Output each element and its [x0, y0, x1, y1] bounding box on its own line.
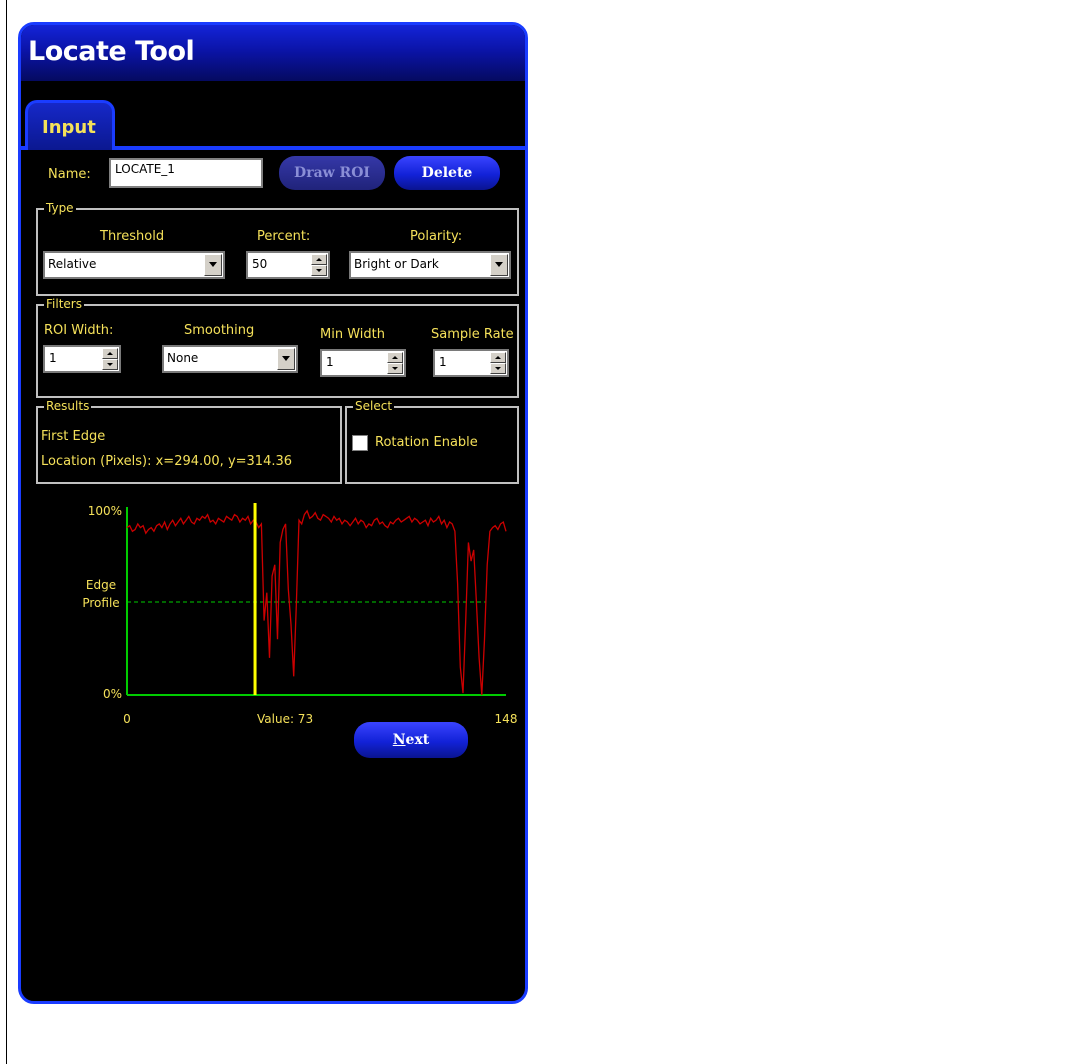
roi-width-stepper[interactable]: 1: [43, 345, 121, 373]
x-tick-0: 0: [123, 712, 131, 726]
results-group-title: Results: [44, 399, 92, 413]
sample-rate-stepper[interactable]: 1: [433, 349, 509, 377]
draw-roi-button[interactable]: Draw ROI: [279, 156, 385, 190]
threshold-dropdown-icon[interactable]: [204, 254, 222, 276]
results-first-edge: First Edge: [41, 429, 106, 444]
tab-input-label: Input: [42, 117, 96, 138]
locate-tool-panel: Locate Tool Input Name: LOCATE_1 Draw RO…: [18, 22, 528, 1004]
roi-width-up-icon[interactable]: [102, 348, 118, 359]
sample-rate-value: 1: [439, 355, 447, 369]
roi-width-label: ROI Width:: [44, 323, 114, 338]
min-width-value: 1: [326, 355, 334, 369]
rotation-enable-label: Rotation Enable: [375, 435, 478, 450]
results-group: Results: [36, 399, 342, 484]
smoothing-select[interactable]: None: [162, 345, 298, 373]
percent-down-icon[interactable]: [311, 265, 327, 276]
y-axis-label-2: Profile: [82, 596, 119, 610]
name-label: Name:: [48, 167, 91, 182]
sample-rate-label: Sample Rate: [431, 327, 514, 342]
sample-rate-up-icon[interactable]: [490, 352, 506, 363]
smoothing-value: None: [167, 351, 199, 365]
threshold-select[interactable]: Relative: [43, 251, 225, 279]
polarity-select[interactable]: Bright or Dark: [349, 251, 511, 279]
tab-input[interactable]: Input: [25, 100, 115, 150]
percent-stepper[interactable]: 50: [246, 251, 330, 279]
select-group-title: Select: [353, 399, 395, 413]
sample-rate-down-icon[interactable]: [490, 363, 506, 374]
min-width-label: Min Width: [320, 327, 385, 342]
percent-label: Percent:: [257, 229, 311, 244]
type-group-title: Type: [44, 201, 76, 215]
delete-button[interactable]: Delete: [394, 156, 500, 190]
next-button[interactable]: Next: [354, 722, 468, 758]
profile-series-line: [126, 509, 507, 696]
roi-width-value: 1: [49, 351, 57, 365]
roi-width-down-icon[interactable]: [102, 359, 118, 370]
polarity-label: Polarity:: [410, 229, 463, 244]
name-field[interactable]: LOCATE_1: [109, 158, 263, 188]
threshold-label: Threshold: [100, 229, 165, 244]
x-tick-148: 148: [495, 712, 518, 726]
edge-profile-chart: 100% Edge Profile 0% 0 Value: 73 148: [82, 503, 518, 726]
y-tick-100: 100%: [88, 504, 122, 518]
percent-value: 50: [252, 257, 268, 271]
polarity-dropdown-icon[interactable]: [490, 254, 508, 276]
smoothing-dropdown-icon[interactable]: [277, 348, 295, 370]
min-width-down-icon[interactable]: [387, 363, 403, 374]
y-axis-label: Edge: [86, 578, 116, 592]
window-title: Locate Tool: [28, 36, 195, 67]
next-button-mnemonic: N: [392, 732, 406, 748]
title-bar: Locate Tool: [21, 25, 525, 81]
results-location: Location (Pixels): x=294.00, y=314.36: [41, 454, 293, 469]
value-readout: Value: 73: [257, 712, 313, 726]
smoothing-label: Smoothing: [184, 323, 255, 338]
min-width-up-icon[interactable]: [387, 352, 403, 363]
left-border-line: [6, 0, 7, 1064]
next-button-label: ext: [405, 732, 430, 748]
polarity-value: Bright or Dark: [354, 257, 439, 271]
filters-group-title: Filters: [44, 297, 84, 311]
rotation-enable-checkbox[interactable]: [352, 435, 368, 451]
percent-up-icon[interactable]: [311, 254, 327, 265]
min-width-stepper[interactable]: 1: [320, 349, 406, 377]
y-tick-0: 0%: [103, 687, 122, 701]
threshold-value: Relative: [48, 257, 97, 271]
